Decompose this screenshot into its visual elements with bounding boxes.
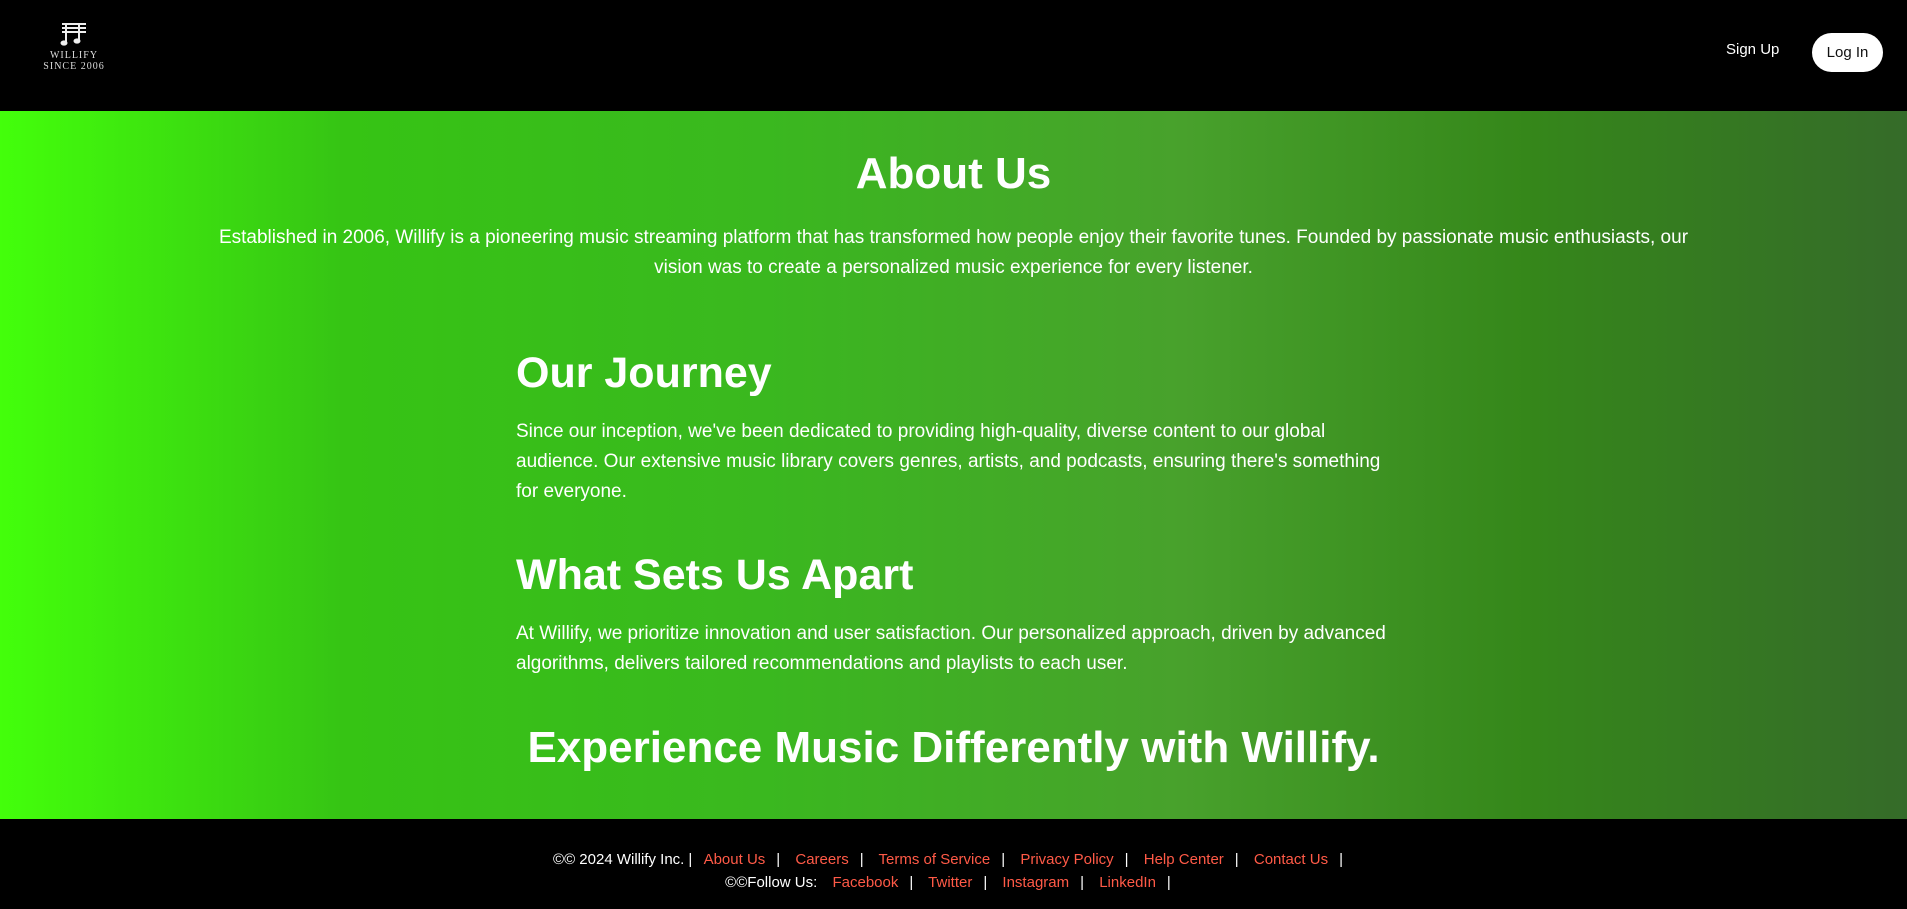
footer-link-contact-us[interactable]: Contact Us — [1254, 851, 1328, 868]
separator: | — [1001, 851, 1006, 868]
separator: | — [1339, 851, 1343, 868]
social-link-linkedin[interactable]: LinkedIn — [1099, 874, 1156, 891]
separator: | — [1234, 851, 1239, 868]
social-link-twitter[interactable]: Twitter — [928, 874, 972, 891]
site-header: WILLIFY SINCE 2006 Sign Up Log In — [0, 0, 1907, 111]
footer-links-row: ©© 2024 Willify Inc. | About Us | Careers |… — [0, 851, 1907, 868]
footer-social-row: ©©Follow Us: Facebook | Twitter | Instagra… — [0, 874, 1907, 891]
journey-title: Our Journey — [516, 349, 772, 397]
copyright-text: ©© 2024 Willify Inc. — [553, 851, 685, 868]
separator: | — [983, 874, 988, 891]
sets-apart-text: At Willify, we prioritize innovation and… — [516, 623, 1386, 674]
separator: | — [1166, 874, 1171, 891]
logo-name: WILLIFY — [49, 50, 99, 61]
about-content: About Us Established in 2006, Willify is… — [0, 111, 1907, 819]
logo-since: SINCE 2006 — [43, 61, 105, 72]
about-text: Established in 2006, Willify is a pionee… — [218, 227, 1689, 278]
social-link-instagram[interactable]: Instagram — [1002, 874, 1069, 891]
footer-link-help-center[interactable]: Help Center — [1144, 851, 1224, 868]
separator: | — [909, 874, 914, 891]
separator: | — [776, 851, 781, 868]
journey-text: Since our inception, we've been dedicate… — [516, 421, 1381, 502]
footer-link-about-us[interactable]: About Us — [704, 851, 766, 868]
footer-link-terms[interactable]: Terms of Service — [879, 851, 991, 868]
social-link-facebook[interactable]: Facebook — [832, 874, 898, 891]
follow-us-label: ©©Follow Us: — [725, 874, 818, 891]
log-in-button[interactable]: Log In — [1812, 33, 1883, 72]
site-footer: ©© 2024 Willify Inc. | About Us | Careers |… — [0, 819, 1907, 909]
separator: | — [688, 851, 693, 868]
separator: | — [1080, 874, 1085, 891]
sign-up-link[interactable]: Sign Up — [1726, 41, 1779, 58]
music-notes-icon — [60, 23, 86, 46]
tagline: Experience Music Differently with Willif… — [527, 723, 1380, 772]
separator: | — [859, 851, 864, 868]
site-logo[interactable]: WILLIFY SINCE 2006 — [36, 20, 112, 78]
sets-apart-title: What Sets Us Apart — [516, 551, 914, 599]
separator: | — [1124, 851, 1129, 868]
footer-link-careers[interactable]: Careers — [795, 851, 848, 868]
about-title: About Us — [855, 149, 1052, 198]
footer-link-privacy[interactable]: Privacy Policy — [1020, 851, 1113, 868]
